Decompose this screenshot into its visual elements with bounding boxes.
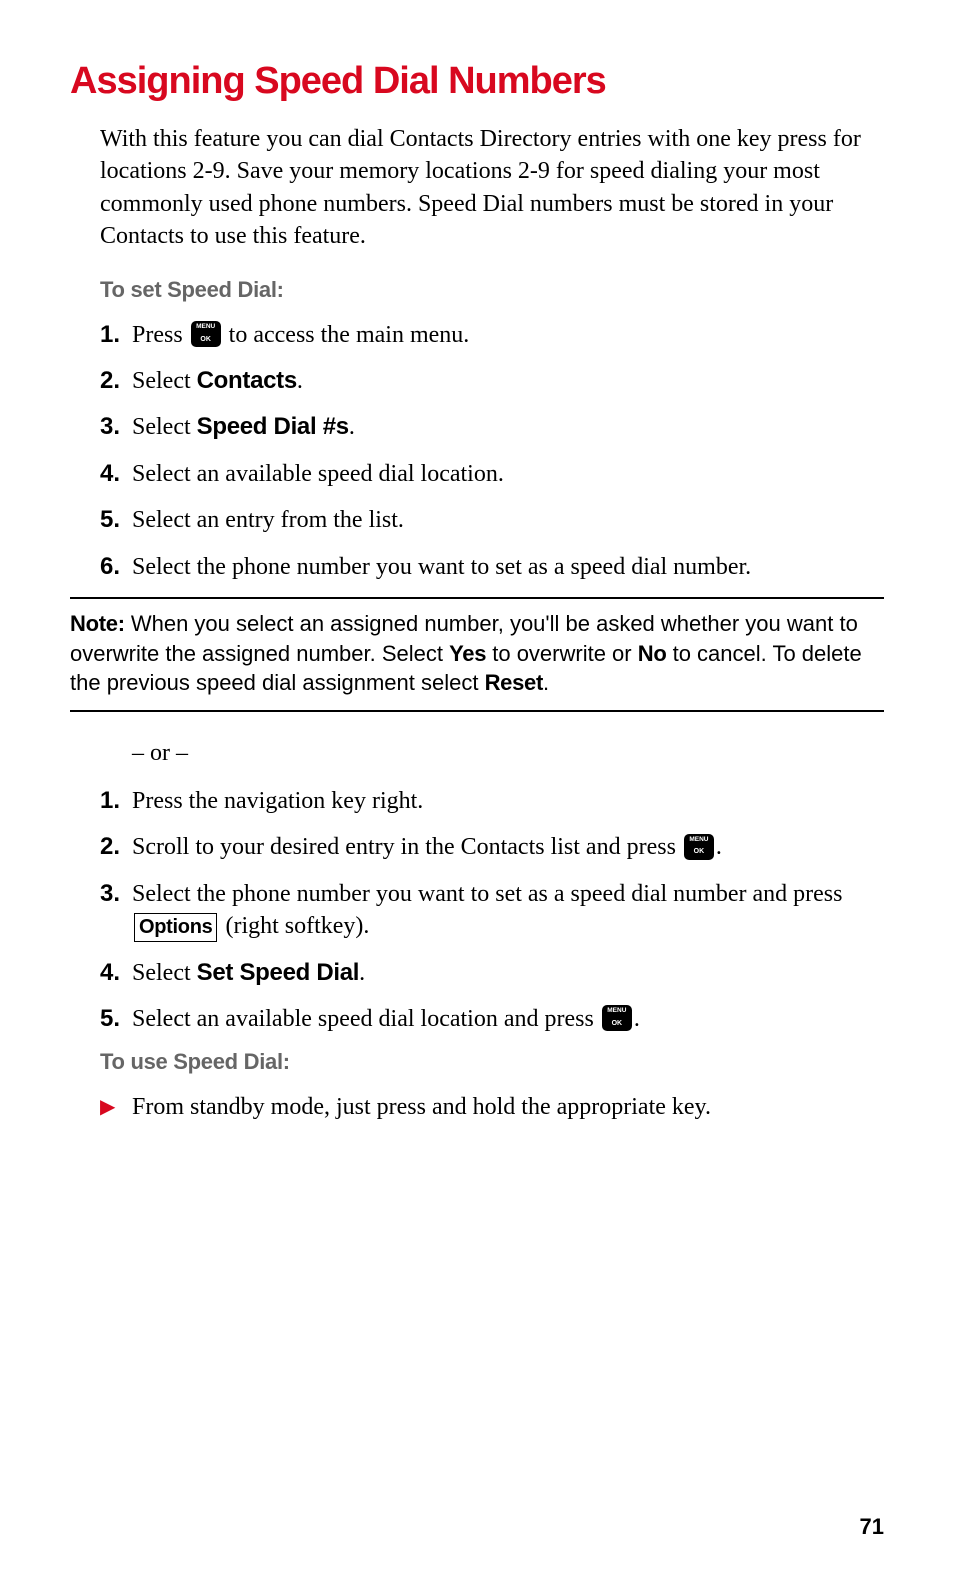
bullet-list: ▶ From standby mode, just press and hold… [100, 1091, 884, 1123]
steps-list-1: 1. Press to access the main menu. 2. Sel… [100, 319, 884, 583]
text-fragment: Scroll to your desired entry in the Cont… [132, 834, 682, 860]
step-text: Scroll to your desired entry in the Cont… [132, 831, 884, 863]
bullet-text: From standby mode, just press and hold t… [132, 1091, 884, 1123]
bold-contacts: Contacts [197, 367, 297, 394]
options-softkey-box: Options [134, 913, 217, 942]
text-fragment: . [297, 368, 303, 394]
page-heading: Assigning Speed Dial Numbers [70, 60, 884, 103]
page-content: With this feature you can dial Contacts … [70, 123, 884, 1124]
bold-speed-dial-nums: Speed Dial #s [197, 413, 349, 440]
triangle-bullet-icon: ▶ [100, 1091, 132, 1123]
step-number: 4. [100, 458, 132, 490]
step-1: 1. Press the navigation key right. [100, 785, 884, 817]
text-fragment: Select [132, 368, 197, 394]
step-1: 1. Press to access the main menu. [100, 319, 884, 351]
bullet-item: ▶ From standby mode, just press and hold… [100, 1091, 884, 1123]
text-fragment: . [359, 960, 365, 986]
text-fragment: Select [132, 960, 197, 986]
text-fragment: Press [132, 322, 189, 348]
text-fragment: Select the phone number you want to set … [132, 881, 842, 907]
step-3: 3. Select Speed Dial #s. [100, 411, 884, 443]
step-text: Select an entry from the list. [132, 504, 884, 536]
bold-set-speed-dial: Set Speed Dial [197, 959, 360, 986]
subheading-use: To use Speed Dial: [100, 1049, 884, 1075]
bold-no: No [638, 641, 667, 666]
text-fragment: . [349, 414, 355, 440]
text-fragment: . [716, 834, 722, 860]
page-number: 71 [860, 1514, 884, 1540]
step-number: 1. [100, 785, 132, 817]
step-5: 5. Select an available speed dial locati… [100, 1003, 884, 1035]
steps-list-2: 1. Press the navigation key right. 2. Sc… [100, 785, 884, 1035]
text-fragment: Select an available speed dial location … [132, 1006, 600, 1032]
step-number: 4. [100, 957, 132, 989]
bold-reset: Reset [485, 670, 543, 695]
step-text: Select the phone number you want to set … [132, 551, 884, 583]
note-text: to overwrite or [486, 641, 638, 666]
step-2: 2. Scroll to your desired entry in the C… [100, 831, 884, 863]
note-box: Note: When you select an assigned number… [70, 597, 884, 712]
step-number: 1. [100, 319, 132, 351]
note-text: . [543, 670, 549, 695]
menu-ok-icon [191, 321, 221, 347]
bold-yes: Yes [449, 641, 486, 666]
step-number: 3. [100, 411, 132, 443]
step-2: 2. Select Contacts. [100, 365, 884, 397]
step-number: 2. [100, 831, 132, 863]
step-3: 3. Select the phone number you want to s… [100, 878, 884, 943]
step-text: Select an available speed dial location … [132, 1003, 884, 1035]
text-fragment: . [634, 1006, 640, 1032]
step-text: Press the navigation key right. [132, 785, 884, 817]
menu-ok-icon [684, 834, 714, 860]
step-text: Select Set Speed Dial. [132, 957, 884, 989]
subheading-set: To set Speed Dial: [100, 277, 884, 303]
step-number: 3. [100, 878, 132, 943]
text-fragment: to access the main menu. [223, 322, 470, 348]
step-text: Select Contacts. [132, 365, 884, 397]
menu-ok-icon [602, 1005, 632, 1031]
step-4: 4. Select an available speed dial locati… [100, 458, 884, 490]
step-4: 4. Select Set Speed Dial. [100, 957, 884, 989]
step-5: 5. Select an entry from the list. [100, 504, 884, 536]
text-fragment: Select [132, 414, 197, 440]
intro-paragraph: With this feature you can dial Contacts … [100, 123, 884, 253]
note-label: Note: [70, 611, 125, 636]
step-text: Press to access the main menu. [132, 319, 884, 351]
step-number: 6. [100, 551, 132, 583]
step-number: 5. [100, 1003, 132, 1035]
step-6: 6. Select the phone number you want to s… [100, 551, 884, 583]
step-number: 5. [100, 504, 132, 536]
or-separator: – or – [132, 740, 884, 767]
step-text: Select an available speed dial location. [132, 458, 884, 490]
text-fragment: (right softkey). [219, 913, 369, 939]
step-text: Select Speed Dial #s. [132, 411, 884, 443]
step-text: Select the phone number you want to set … [132, 878, 884, 943]
step-number: 2. [100, 365, 132, 397]
